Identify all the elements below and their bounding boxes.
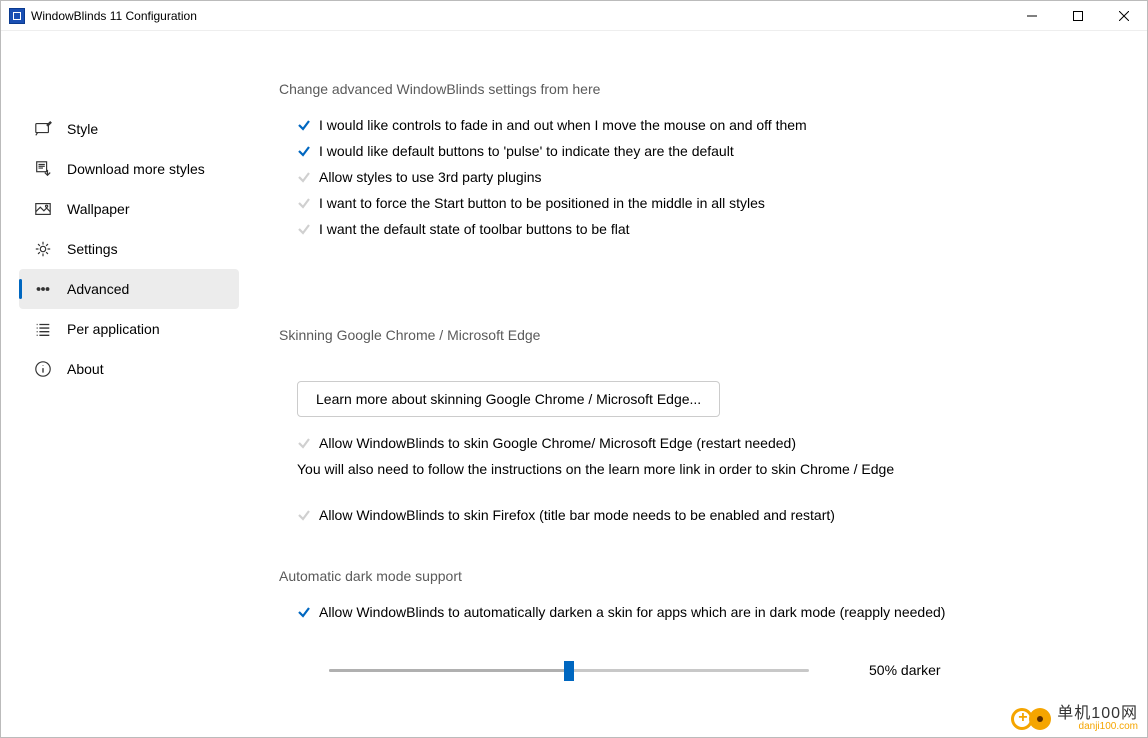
advanced-icon bbox=[33, 279, 53, 299]
section-title-dark-mode: Automatic dark mode support bbox=[279, 568, 1107, 584]
watermark-logo-icon bbox=[1011, 708, 1051, 730]
sidebar-item-style[interactable]: Style bbox=[19, 109, 239, 149]
close-button[interactable] bbox=[1101, 1, 1147, 31]
option-flat-toolbar[interactable]: I want the default state of toolbar butt… bbox=[279, 221, 1107, 237]
section-title-general: Change advanced WindowBlinds settings fr… bbox=[279, 81, 1107, 97]
option-label: I want the default state of toolbar butt… bbox=[319, 221, 630, 237]
app-icon bbox=[9, 8, 25, 24]
window-title: WindowBlinds 11 Configuration bbox=[31, 9, 1009, 23]
checkmark-icon bbox=[297, 170, 311, 184]
checkmark-icon bbox=[297, 196, 311, 210]
checkmark-icon bbox=[297, 118, 311, 132]
option-label: Allow WindowBlinds to skin Google Chrome… bbox=[319, 435, 796, 451]
sidebar-item-advanced[interactable]: Advanced bbox=[19, 269, 239, 309]
titlebar: WindowBlinds 11 Configuration bbox=[1, 1, 1147, 31]
option-label: I want to force the Start button to be p… bbox=[319, 195, 765, 211]
option-pulse-buttons[interactable]: I would like default buttons to 'pulse' … bbox=[279, 143, 1107, 159]
option-3rd-party-plugins[interactable]: Allow styles to use 3rd party plugins bbox=[279, 169, 1107, 185]
sidebar: Style Download more styles Wallpaper Set… bbox=[1, 31, 239, 737]
sidebar-item-label: About bbox=[67, 361, 104, 377]
slider-fill bbox=[329, 669, 569, 672]
main-panel: Change advanced WindowBlinds settings fr… bbox=[239, 31, 1147, 737]
watermark-text: 单机100网 bbox=[1057, 706, 1138, 722]
sidebar-item-label: Settings bbox=[67, 241, 118, 257]
sidebar-item-label: Style bbox=[67, 121, 98, 137]
sidebar-item-wallpaper[interactable]: Wallpaper bbox=[19, 189, 239, 229]
checkmark-icon bbox=[297, 508, 311, 522]
option-label: Allow WindowBlinds to skin Firefox (titl… bbox=[319, 507, 835, 523]
option-label: I would like controls to fade in and out… bbox=[319, 117, 807, 133]
watermark-url: danji100.com bbox=[1057, 722, 1138, 732]
slider-value-label: 50% darker bbox=[869, 662, 941, 678]
chrome-instructions-note: You will also need to follow the instruc… bbox=[297, 461, 1107, 477]
checkmark-icon bbox=[297, 222, 311, 236]
option-label: Allow styles to use 3rd party plugins bbox=[319, 169, 542, 185]
content-area: Style Download more styles Wallpaper Set… bbox=[1, 31, 1147, 737]
option-label: I would like default buttons to 'pulse' … bbox=[319, 143, 734, 159]
sidebar-item-download[interactable]: Download more styles bbox=[19, 149, 239, 189]
slider-thumb[interactable] bbox=[564, 661, 574, 681]
darkness-slider-row: 50% darker bbox=[279, 660, 1107, 680]
gear-icon bbox=[33, 239, 53, 259]
option-label: Allow WindowBlinds to automatically dark… bbox=[319, 604, 945, 620]
sidebar-item-label: Advanced bbox=[67, 281, 129, 297]
checkmark-icon bbox=[297, 144, 311, 158]
sidebar-item-label: Download more styles bbox=[67, 161, 205, 177]
sidebar-item-label: Per application bbox=[67, 321, 160, 337]
style-icon bbox=[33, 119, 53, 139]
option-fade-controls[interactable]: I would like controls to fade in and out… bbox=[279, 117, 1107, 133]
darkness-slider[interactable] bbox=[329, 660, 809, 680]
option-skin-chrome-edge[interactable]: Allow WindowBlinds to skin Google Chrome… bbox=[279, 435, 1107, 451]
learn-more-button[interactable]: Learn more about skinning Google Chrome … bbox=[297, 381, 720, 417]
option-start-button-middle[interactable]: I want to force the Start button to be p… bbox=[279, 195, 1107, 211]
sidebar-item-per-application[interactable]: Per application bbox=[19, 309, 239, 349]
wallpaper-icon bbox=[33, 199, 53, 219]
app-window: WindowBlinds 11 Configuration Style bbox=[0, 0, 1148, 738]
window-controls bbox=[1009, 1, 1147, 31]
watermark: 单机100网 danji100.com bbox=[1011, 706, 1138, 732]
option-skin-firefox[interactable]: Allow WindowBlinds to skin Firefox (titl… bbox=[279, 507, 1107, 523]
download-icon bbox=[33, 159, 53, 179]
maximize-button[interactable] bbox=[1055, 1, 1101, 31]
checkmark-icon bbox=[297, 605, 311, 619]
section-title-browser-skinning: Skinning Google Chrome / Microsoft Edge bbox=[279, 327, 1107, 343]
info-icon bbox=[33, 359, 53, 379]
option-auto-dark-mode[interactable]: Allow WindowBlinds to automatically dark… bbox=[279, 604, 1107, 620]
sidebar-item-settings[interactable]: Settings bbox=[19, 229, 239, 269]
sidebar-item-about[interactable]: About bbox=[19, 349, 239, 389]
checkmark-icon bbox=[297, 436, 311, 450]
minimize-button[interactable] bbox=[1009, 1, 1055, 31]
list-icon bbox=[33, 319, 53, 339]
sidebar-item-label: Wallpaper bbox=[67, 201, 130, 217]
